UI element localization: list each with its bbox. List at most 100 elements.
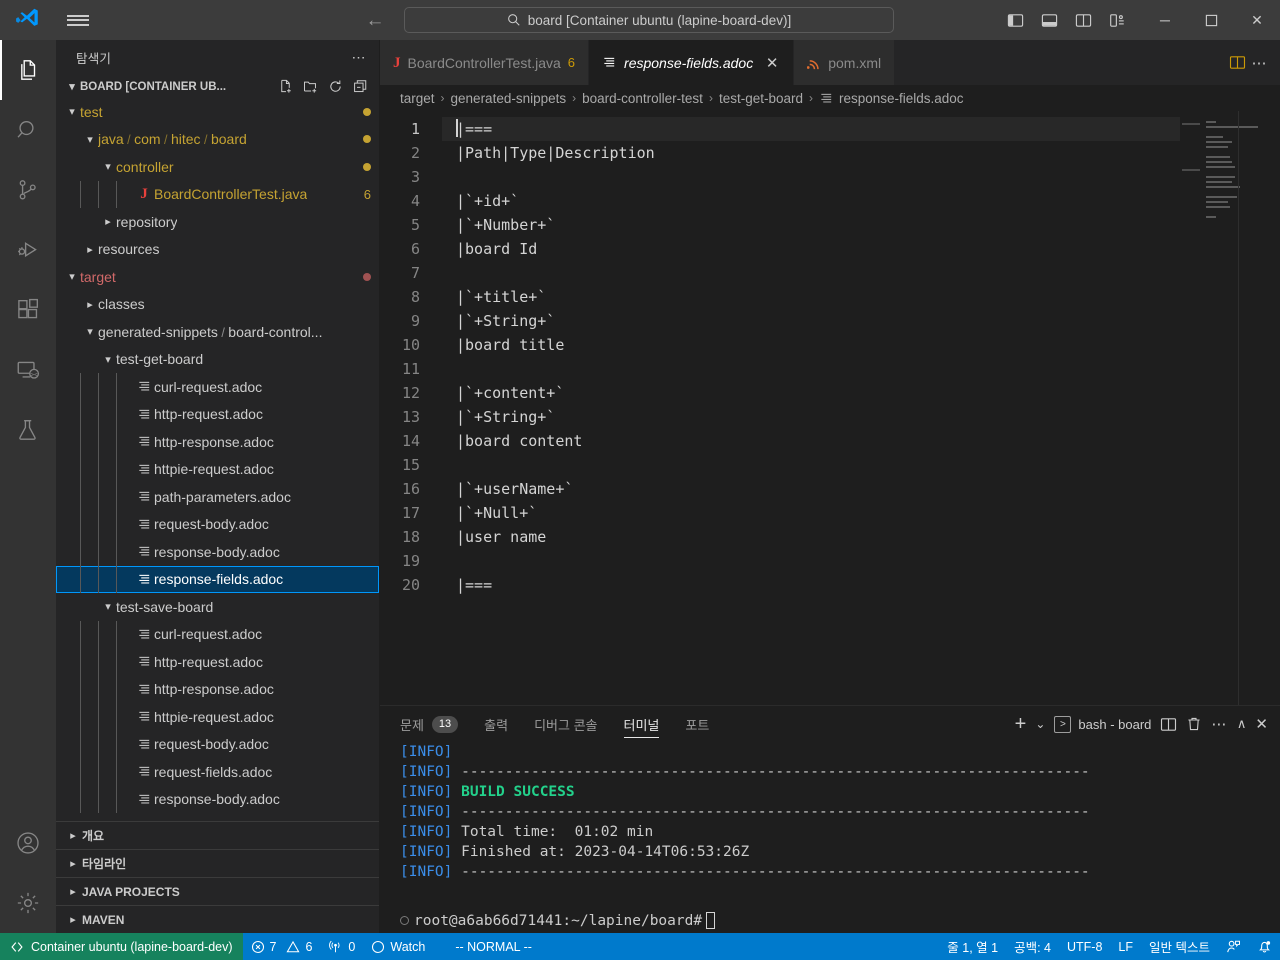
status-feedback-button[interactable]	[1218, 933, 1249, 960]
tree-row[interactable]: ▾ target	[56, 263, 379, 291]
tree-row[interactable]: ▾ controller	[56, 153, 379, 181]
window-maximize-button[interactable]	[1188, 0, 1234, 40]
panel-more-actions-button[interactable]: ⋯	[1211, 711, 1228, 737]
tree-row[interactable]: http-response.adoc	[56, 428, 379, 456]
status-encoding[interactable]: UTF-8	[1059, 933, 1110, 960]
window-close-button[interactable]: ✕	[1234, 0, 1280, 40]
split-terminal-icon[interactable]	[1160, 711, 1177, 737]
chevron-down-icon[interactable]: ▾	[100, 353, 116, 366]
new-folder-icon[interactable]	[299, 77, 321, 97]
tree-row[interactable]: ▸ repository	[56, 208, 379, 236]
chevron-down-icon[interactable]: ▾	[100, 160, 116, 173]
tree-row[interactable]: httpie-request.adoc	[56, 703, 379, 731]
panel-tab[interactable]: 포트	[685, 706, 709, 742]
activity-item-explorer[interactable]	[0, 40, 56, 100]
activity-item-remote-explorer[interactable]: ><	[0, 340, 56, 400]
tree-row[interactable]: http-request.adoc	[56, 400, 379, 428]
tree-row[interactable]: ▸ resources	[56, 236, 379, 264]
terminal-selector[interactable]: > bash - board	[1054, 715, 1151, 733]
panel-tab[interactable]: 출력	[484, 706, 508, 742]
code-lines[interactable]: |=== |Path|Type|Description |`+id+` |`+Numb…	[442, 117, 1180, 705]
chevron-down-icon[interactable]: ▾	[82, 133, 98, 146]
editor-tab[interactable]: J BoardControllerTest.java 6	[380, 40, 590, 85]
panel-tab[interactable]: 디버그 콘솔	[534, 706, 597, 742]
status-eol[interactable]: LF	[1110, 933, 1141, 960]
chevron-right-icon[interactable]: ▸	[82, 298, 98, 311]
breadcrumb-item[interactable]: test-get-board	[719, 91, 803, 106]
status-notifications-button[interactable]	[1249, 933, 1280, 960]
status-watch[interactable]: Watch	[363, 933, 433, 960]
activity-item-run-and-debug[interactable]	[0, 220, 56, 280]
status-ports[interactable]: 0	[320, 933, 363, 960]
activity-item-settings[interactable]	[0, 873, 56, 933]
code-editor[interactable]: 1 2 3 4 5 6 7 8 9 10 11 12 13 14 15 16 17 18 19 20 |=== |Pat…	[380, 111, 1180, 705]
tree-row[interactable]: response-body.adoc	[56, 785, 379, 813]
tree-row[interactable]: ▸ classes	[56, 291, 379, 319]
activity-item-extensions[interactable]	[0, 280, 56, 340]
tree-row[interactable]: response-body.adoc	[56, 538, 379, 566]
tree-row[interactable]: curl-request.adoc	[56, 373, 379, 401]
sidebar-section-타임라인[interactable]: ▸ 타임라인	[56, 849, 379, 877]
tree-row[interactable]: curl-request.adoc	[56, 620, 379, 648]
editor-tab[interactable]: pom.xml	[794, 40, 896, 85]
tree-row[interactable]: ▾ test	[56, 98, 379, 126]
breadcrumb-item[interactable]: target	[400, 91, 435, 106]
breadcrumb-item[interactable]: board-controller-test	[582, 91, 703, 106]
activity-item-source-control[interactable]	[0, 160, 56, 220]
maximize-panel-button[interactable]: ∧	[1237, 711, 1247, 737]
editor-tab[interactable]: response-fields.adoc ✕	[589, 40, 795, 85]
file-tree[interactable]: ▾ test ▾ java / com / hitec / board ▾ control…	[56, 98, 379, 821]
tree-row-selected[interactable]: response-fields.adoc	[56, 565, 379, 593]
panel-tab[interactable]: 터미널	[623, 706, 659, 742]
new-terminal-dropdown-button[interactable]: ⌄	[1035, 711, 1045, 737]
close-panel-button[interactable]: ✕	[1255, 711, 1268, 737]
chevron-down-icon[interactable]: ▾	[82, 325, 98, 338]
status-cursor-position[interactable]: 줄 1, 열 1	[939, 933, 1006, 960]
terminal-output[interactable]: [INFO] [INFO] ---------------------------…	[380, 742, 1280, 912]
chevron-down-icon[interactable]: ▾	[64, 270, 80, 283]
kill-terminal-icon[interactable]	[1186, 711, 1202, 737]
explorer-root-folder-header[interactable]: ▾ BOARD [CONTAINER UB...	[56, 75, 379, 98]
tree-row[interactable]: ▾ test-get-board	[56, 346, 379, 374]
toggle-panel-icon[interactable]	[1034, 5, 1064, 35]
go-back-button[interactable]: ←	[362, 11, 388, 30]
sidebar-section-MAVEN[interactable]: ▸ MAVEN	[56, 905, 379, 933]
window-minimize-button[interactable]: ─	[1142, 0, 1188, 40]
customize-layout-icon[interactable]	[1102, 5, 1132, 35]
toggle-primary-sidebar-icon[interactable]	[1000, 5, 1030, 35]
activity-item-search[interactable]	[0, 100, 56, 160]
terminal-prompt-row[interactable]: root@a6ab66d71441:~/lapine/board#	[380, 912, 1280, 933]
collapse-all-icon[interactable]	[349, 77, 371, 97]
minimap[interactable]	[1180, 111, 1280, 705]
activity-item-accounts[interactable]	[0, 813, 56, 873]
status-remote-indicator[interactable]: Container ubuntu (lapine-board-dev)	[0, 933, 243, 960]
refresh-explorer-icon[interactable]	[324, 77, 346, 97]
chevron-right-icon[interactable]: ▸	[100, 215, 116, 228]
breadcrumb[interactable]: target › generated-snippets › board-controll…	[380, 85, 1280, 111]
tree-row[interactable]: ▾ java / com / hitec / board	[56, 126, 379, 154]
tree-row[interactable]: http-response.adoc	[56, 675, 379, 703]
toggle-secondary-sidebar-icon[interactable]	[1068, 5, 1098, 35]
chevron-down-icon[interactable]: ▾	[100, 600, 116, 613]
close-tab-icon[interactable]: ✕	[764, 54, 780, 72]
tree-row[interactable]: ▾ generated-snippets / board-control...	[56, 318, 379, 346]
tree-row[interactable]: request-body.adoc	[56, 730, 379, 758]
tree-row[interactable]: http-request.adoc	[56, 648, 379, 676]
new-terminal-button[interactable]: +	[1015, 711, 1027, 737]
status-indentation[interactable]: 공백: 4	[1006, 933, 1059, 960]
tree-row[interactable]: request-fields.adoc	[56, 758, 379, 786]
sidebar-more-actions-button[interactable]: ⋯	[352, 49, 368, 66]
status-language-mode[interactable]: 일반 텍스트	[1141, 933, 1218, 960]
app-menu-button[interactable]	[56, 0, 100, 40]
editor-more-actions-button[interactable]: ⋯	[1252, 54, 1269, 72]
command-center-search[interactable]: board [Container ubuntu (lapine-board-de…	[404, 7, 894, 33]
activity-item-testing[interactable]	[0, 400, 56, 460]
minimap-slider[interactable]	[1238, 111, 1280, 705]
tree-row[interactable]: ▾ test-save-board	[56, 593, 379, 621]
sidebar-section-개요[interactable]: ▸ 개요	[56, 821, 379, 849]
sidebar-section-JAVA PROJECTS[interactable]: ▸ JAVA PROJECTS	[56, 877, 379, 905]
chevron-down-icon[interactable]: ▾	[64, 105, 80, 118]
panel-tab[interactable]: 문제 13	[400, 706, 459, 742]
chevron-right-icon[interactable]: ▸	[82, 243, 98, 256]
tree-row[interactable]: request-body.adoc	[56, 510, 379, 538]
